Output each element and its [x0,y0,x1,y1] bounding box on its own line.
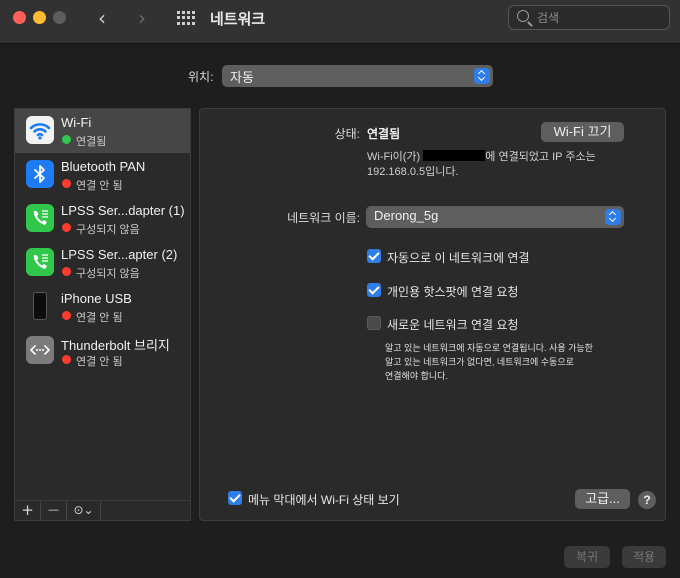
service-item-thunderbolt-bridge[interactable]: Thunderbolt 브리지 연결 안 됨 [15,329,190,373]
location-popup[interactable]: 자동 [222,65,493,87]
service-item-bluetooth-pan[interactable]: Bluetooth PAN 연결 안 됨 [15,153,190,197]
status-label: 상태: [334,127,360,141]
service-name: Wi-Fi [61,115,92,130]
network-name-value: Derong_5g [374,208,439,223]
minimize-window-button[interactable] [33,11,46,24]
bluetooth-icon [26,160,54,188]
phone-icon [26,248,54,276]
status-dot-icon [62,179,71,188]
show-in-menubar-checkbox[interactable] [228,491,242,505]
hotspot-checkbox[interactable] [367,283,381,297]
service-status: 구성되지 않음 [76,224,140,236]
service-item-lpss-2[interactable]: LPSS Ser...apter (2) 구성되지 않음 [15,241,190,285]
search-field[interactable] [508,5,670,30]
connection-description: Wi-Fi이(가) 에 연결되었고 IP 주소는 [367,150,596,163]
status-dot-icon [62,311,71,320]
service-name: iPhone USB [61,291,132,306]
location-value: 자동 [230,70,254,85]
service-name: Bluetooth PAN [61,159,146,174]
service-status: 연결됨 [76,136,107,148]
hotspot-label: 개인용 핫스팟에 연결 요청 [387,285,519,299]
back-chevron-icon[interactable]: ‹ [98,6,106,30]
service-name: LPSS Ser...dapter (1) [61,203,185,218]
status-dot-icon [62,267,71,276]
service-name: Thunderbolt 브리지 [61,338,170,353]
service-item-wifi[interactable]: Wi-Fi 연결됨 [15,109,190,153]
network-name-popup[interactable]: Derong_5g [366,206,624,228]
add-service-button[interactable]: + [15,501,41,520]
thunderbolt-bridge-icon [26,336,54,364]
status-dot-icon [62,223,71,232]
action-menu-button[interactable]: ⊙⌄ [67,501,101,520]
status-dot-icon [62,135,71,144]
show-all-grid-icon[interactable] [177,11,195,25]
iphone-icon [26,292,54,320]
redacted-network-name [423,150,486,161]
help-button[interactable]: ? [638,491,656,509]
service-name: LPSS Ser...apter (2) [61,247,178,262]
title-bar: ‹ › 네트워크 [0,0,680,44]
auto-join-label: 자동으로 이 네트워크에 연결 [387,251,530,265]
zoom-window-button[interactable] [53,11,66,24]
window-title: 네트워크 [210,11,266,28]
search-input[interactable] [537,9,662,26]
search-icon [517,10,529,22]
auto-join-checkbox[interactable] [367,249,381,263]
ask-new-network-help: 알고 있는 네트워크에 자동으로 연결됩니다. 사용 가능한 알고 있는 네트워… [385,343,593,381]
service-status: 구성되지 않음 [76,268,140,280]
service-status: 연결 안 됨 [76,180,123,192]
ask-new-network-checkbox[interactable] [367,316,381,330]
wifi-off-button[interactable]: Wi-Fi 끄기 [541,122,624,142]
service-item-iphone-usb[interactable]: iPhone USB 연결 안 됨 [15,285,190,329]
service-status: 연결 안 됨 [76,312,123,324]
service-list-toolbar: + — ⊙⌄ [14,500,191,521]
revert-button[interactable]: 복귀 [564,546,610,568]
service-status: 연결 안 됨 [76,356,123,368]
ip-address-description: 192.168.0.5입니다. [367,166,459,178]
wifi-icon [26,116,54,144]
forward-chevron-icon[interactable]: › [138,6,146,30]
status-dot-icon [62,355,71,364]
location-label: 위치: [188,70,214,84]
status-value: 연결됨 [367,127,401,141]
service-item-lpss-1[interactable]: LPSS Ser...dapter (1) 구성되지 않음 [15,197,190,241]
apply-button[interactable]: 적용 [622,546,666,568]
popup-arrows-icon [605,209,621,225]
popup-arrows-icon [474,68,490,84]
phone-icon [26,204,54,232]
service-list: Wi-Fi 연결됨 Bluetooth PAN 연결 안 됨 LPSS Ser.… [14,108,191,521]
show-in-menubar-label: 메뉴 막대에서 Wi-Fi 상태 보기 [248,493,400,507]
ask-new-network-label: 새로운 네트워크 연결 요청 [387,318,519,332]
advanced-button[interactable]: 고급... [575,489,630,509]
close-window-button[interactable] [13,11,26,24]
remove-service-button[interactable]: — [41,501,67,520]
network-name-label: 네트워크 이름: [287,211,360,225]
